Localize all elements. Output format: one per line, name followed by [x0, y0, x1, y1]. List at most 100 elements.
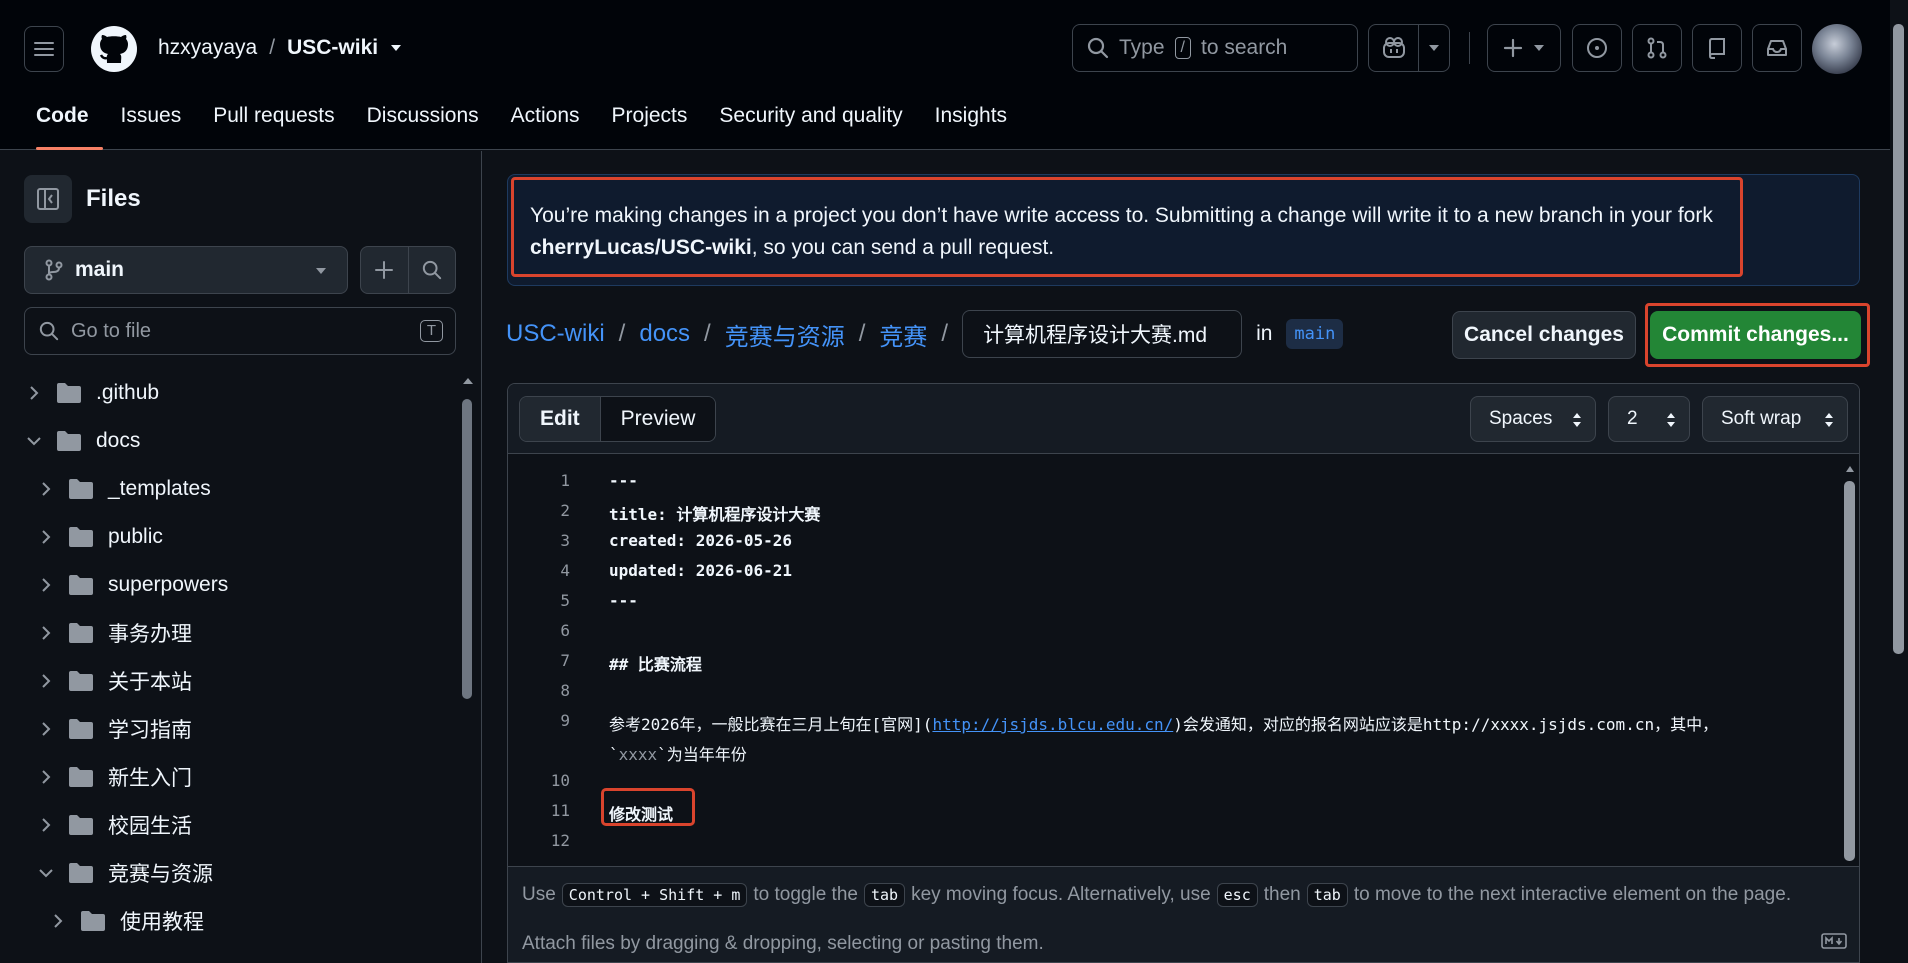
- tree-item-label: 关于本站: [108, 671, 192, 694]
- indent-mode-select[interactable]: Spaces: [1470, 396, 1596, 442]
- tree-item-campus[interactable]: 校园生活: [38, 805, 192, 845]
- copilot-button-group: [1368, 24, 1450, 72]
- sidebar-scrollbar-thumb[interactable]: [462, 399, 472, 699]
- triangle-down-icon: [316, 268, 326, 274]
- copilot-button[interactable]: [1369, 25, 1419, 71]
- commit-changes-button[interactable]: Commit changes...: [1650, 311, 1861, 359]
- editor-scrollbar-thumb[interactable]: [1844, 481, 1855, 861]
- tree-item-templates[interactable]: _templates: [38, 469, 211, 509]
- code-line-wrapped: `xxxx`为当年年份: [609, 741, 747, 765]
- path-docs-link[interactable]: docs: [639, 320, 690, 348]
- add-file-button[interactable]: [361, 247, 408, 293]
- copilot-icon: [1382, 37, 1405, 58]
- search-files-button[interactable]: [407, 247, 456, 293]
- tree-item-competitions[interactable]: 竞赛与资源: [38, 853, 213, 893]
- code-text: )会发通知，对应的报名网站应该是http://xxxx.jsjds.com.cn…: [1173, 715, 1719, 734]
- hint-text: then: [1263, 884, 1301, 905]
- tree-item-github[interactable]: .github: [26, 373, 159, 413]
- tree-item-public[interactable]: public: [38, 517, 163, 557]
- repo-name-link[interactable]: USC-wiki: [287, 36, 378, 60]
- inbox-button[interactable]: [1752, 24, 1802, 72]
- tab-edit[interactable]: Edit: [520, 397, 601, 441]
- folder-icon: [69, 623, 93, 643]
- folder-open-icon: [57, 431, 81, 451]
- search-shortcut-key: /: [1174, 37, 1191, 59]
- hint-text: to toggle the: [753, 884, 858, 905]
- tree-item-affairs[interactable]: 事务办理: [38, 613, 192, 653]
- code-line: ---: [609, 471, 638, 490]
- path-folder1-link[interactable]: 竞赛与资源: [725, 317, 845, 352]
- attach-files-text[interactable]: Attach files by dragging & dropping, sel…: [522, 933, 1044, 955]
- inline-code-text: xxxx: [618, 745, 658, 764]
- indent-size-select[interactable]: 2: [1608, 396, 1690, 442]
- create-new-button[interactable]: [1487, 24, 1561, 72]
- tab-insights[interactable]: Insights: [919, 96, 1023, 150]
- tree-item-tutorials[interactable]: 使用教程: [50, 901, 204, 941]
- path-separator: /: [858, 320, 866, 347]
- repo-owner-link[interactable]: hzxyayaya: [158, 36, 257, 60]
- go-to-file-input[interactable]: Go to file T: [24, 307, 456, 355]
- sidebar-button-group: [360, 246, 456, 294]
- triangle-down-icon: [1534, 45, 1544, 51]
- tab-actions[interactable]: Actions: [495, 96, 596, 150]
- search-icon: [422, 260, 441, 280]
- folder-icon: [69, 815, 93, 835]
- code-area[interactable]: 1 --- 2 title: 计算机程序设计大赛 3 created: 2026…: [508, 455, 1859, 865]
- folder-icon: [69, 671, 93, 691]
- target-branch-badge: main: [1286, 319, 1344, 349]
- shortcut-key: tab: [863, 883, 906, 907]
- tree-item-label: public: [108, 525, 163, 548]
- wrap-mode-select[interactable]: Soft wrap: [1702, 396, 1848, 442]
- tab-preview[interactable]: Preview: [600, 397, 716, 441]
- user-avatar[interactable]: [1812, 24, 1862, 74]
- tree-item-label: superpowers: [108, 573, 229, 596]
- triangle-down-icon[interactable]: [390, 44, 402, 52]
- hint-text: to move to the next interactive element …: [1353, 884, 1792, 905]
- copilot-menu-button[interactable]: [1419, 25, 1449, 71]
- line-number: 7: [560, 651, 570, 670]
- filename-input[interactable]: 计算机程序设计大赛.md: [962, 310, 1243, 358]
- tab-pull-requests[interactable]: Pull requests: [197, 96, 350, 150]
- markdown-icon: [1821, 933, 1847, 949]
- tree-item-freshman[interactable]: 新生入门: [38, 757, 192, 797]
- code-line: title: 计算机程序设计大赛: [609, 505, 821, 524]
- page-scrollbar-thumb[interactable]: [1893, 24, 1904, 654]
- tab-issues[interactable]: Issues: [105, 96, 198, 150]
- path-separator: /: [941, 320, 949, 347]
- branch-selector[interactable]: main: [24, 246, 348, 294]
- edit-preview-toggle: Edit Preview: [519, 396, 717, 442]
- cancel-changes-button[interactable]: Cancel changes: [1452, 311, 1636, 359]
- code-link[interactable]: http://jsjds.blcu.edu.cn/: [932, 715, 1173, 734]
- tab-projects[interactable]: Projects: [596, 96, 704, 150]
- tab-code[interactable]: Code: [20, 96, 105, 150]
- chevron-right-icon: [30, 386, 39, 400]
- folder-icon: [69, 479, 93, 499]
- tree-item-superpowers[interactable]: superpowers: [38, 565, 228, 605]
- code-text: `为当年年份: [657, 745, 747, 764]
- chevron-right-icon: [42, 722, 51, 736]
- search-input[interactable]: Type / to search: [1072, 24, 1358, 72]
- line-number: 12: [550, 831, 570, 850]
- tab-security[interactable]: Security and quality: [703, 96, 918, 150]
- pull-requests-button[interactable]: [1632, 24, 1682, 72]
- tree-item-about[interactable]: 关于本站: [38, 661, 192, 701]
- line-number: 11: [550, 801, 570, 820]
- path-separator: /: [618, 320, 626, 347]
- code-line: created: 2026-05-26: [609, 531, 793, 550]
- tree-item-study[interactable]: 学习指南: [38, 709, 192, 749]
- collapse-sidebar-button[interactable]: [24, 175, 72, 223]
- scroll-up-arrow-icon[interactable]: [1844, 464, 1856, 474]
- repositories-button[interactable]: [1692, 24, 1742, 72]
- tree-item-docs[interactable]: docs: [26, 421, 140, 461]
- issues-button[interactable]: [1572, 24, 1622, 72]
- repo-breadcrumb: hzxyayaya / USC-wiki: [158, 36, 402, 60]
- folder-icon: [69, 767, 93, 787]
- line-number: 5: [560, 591, 570, 610]
- code-line: 参考2026年，一般比赛在三月上旬在[官网](http://jsjds.blcu…: [609, 711, 1718, 735]
- tab-discussions[interactable]: Discussions: [351, 96, 495, 150]
- github-logo-icon[interactable]: [90, 25, 138, 73]
- path-repo-link[interactable]: USC-wiki: [506, 320, 605, 348]
- menu-button[interactable]: [24, 26, 64, 72]
- folder-icon: [69, 527, 93, 547]
- path-folder2-link[interactable]: 竞赛: [879, 317, 927, 352]
